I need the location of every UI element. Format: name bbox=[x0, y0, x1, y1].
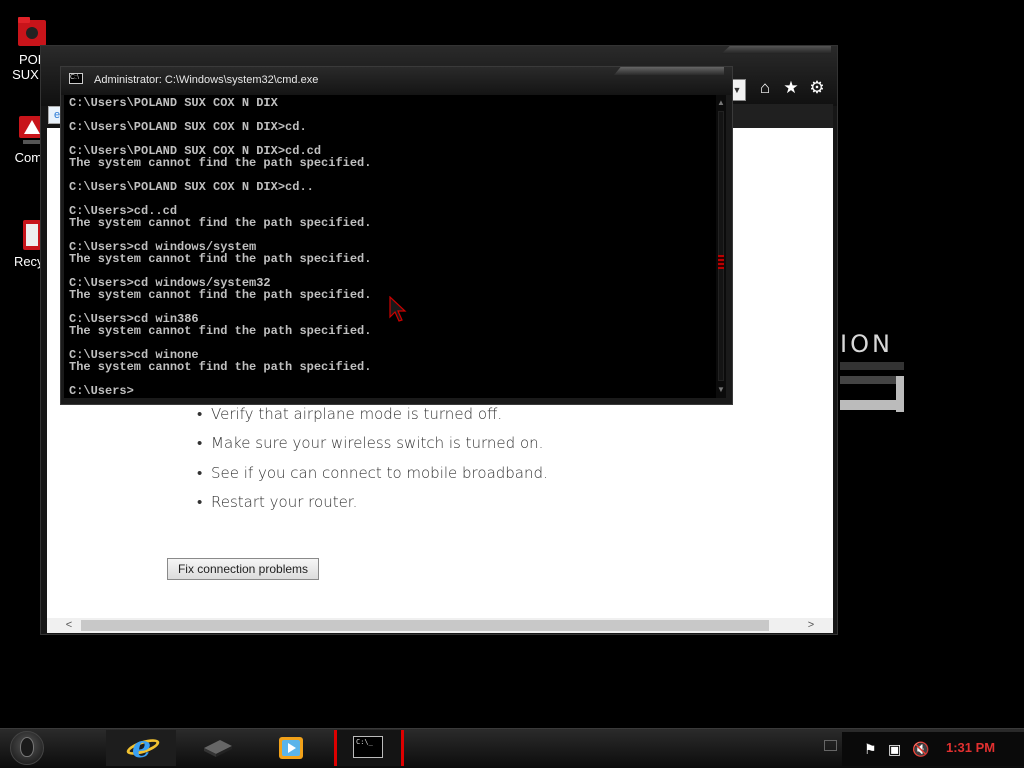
network-icon[interactable]: ▣ bbox=[888, 740, 901, 758]
taskbar-command-prompt[interactable]: C:\_ bbox=[334, 730, 404, 766]
system-tray: ⚑ ▣ 🔇 bbox=[842, 732, 1024, 766]
star-icon[interactable]: ★ bbox=[782, 78, 800, 98]
scroll-down-arrow[interactable]: ▼ bbox=[716, 384, 726, 396]
scroll-right-arrow[interactable]: > bbox=[803, 618, 819, 633]
cmd-window-title: Administrator: C:\Windows\system32\cmd.e… bbox=[94, 74, 319, 86]
browser-tab-strip bbox=[732, 104, 833, 128]
horizontal-scrollbar[interactable]: < > bbox=[47, 618, 833, 633]
cmd-icon: C:\ bbox=[69, 73, 83, 84]
taskbar-device-app[interactable] bbox=[182, 730, 252, 766]
taskbar-media-player[interactable] bbox=[256, 730, 326, 766]
list-item: • See if you can connect to mobile broadb… bbox=[197, 463, 548, 482]
scroll-up-arrow[interactable]: ▲ bbox=[716, 97, 726, 109]
list-item: • Make sure your wireless switch is turne… bbox=[197, 434, 544, 453]
command-prompt-icon: C:\_ bbox=[353, 736, 383, 758]
cmd-window[interactable]: C:\ Administrator: C:\Windows\system32\c… bbox=[60, 66, 733, 405]
start-button[interactable] bbox=[10, 731, 44, 765]
cmd-output: C:\Users\POLAND SUX COX N DIX C:\Users\P… bbox=[69, 96, 372, 398]
scrollbar-thumb[interactable] bbox=[81, 620, 769, 631]
scrollbar-track[interactable] bbox=[718, 111, 724, 381]
action-center-flag-icon[interactable]: ⚑ bbox=[864, 740, 877, 758]
home-icon[interactable]: ⌂ bbox=[756, 78, 774, 98]
cmd-vertical-scrollbar[interactable]: ▲ ▼ bbox=[716, 95, 726, 398]
taskbar-clock[interactable]: 1:31 PM bbox=[946, 740, 995, 755]
scroll-left-arrow[interactable]: < bbox=[61, 618, 77, 633]
window-controls[interactable] bbox=[721, 46, 831, 54]
alien-logo-icon bbox=[20, 737, 34, 757]
wallpaper-logo-text: ION bbox=[840, 330, 893, 358]
cmd-title-bar[interactable]: C:\ Administrator: C:\Windows\system32\c… bbox=[61, 67, 732, 95]
window-controls[interactable] bbox=[614, 67, 724, 75]
wallpaper-logo-graphic bbox=[840, 362, 904, 412]
cmd-console[interactable]: C:\Users\POLAND SUX COX N DIX C:\Users\P… bbox=[64, 95, 716, 398]
browser-toolbar: ⌂ ★ ⚙ bbox=[756, 78, 826, 98]
internet-explorer-icon: e bbox=[132, 730, 152, 765]
taskbar-internet-explorer[interactable]: e bbox=[106, 730, 176, 766]
troubleshoot-tips-list: • Verify that airplane mode is turned off… bbox=[197, 400, 548, 517]
media-player-icon bbox=[279, 737, 303, 759]
device-icon bbox=[204, 740, 232, 757]
list-item: • Restart your router. bbox=[197, 492, 358, 511]
show-desktop-icon[interactable] bbox=[824, 740, 837, 751]
mouse-pointer-icon bbox=[389, 296, 407, 322]
gear-icon[interactable]: ⚙ bbox=[808, 78, 826, 98]
fix-connection-problems-button[interactable]: Fix connection problems bbox=[167, 558, 319, 580]
volume-muted-icon[interactable]: 🔇 bbox=[912, 740, 929, 758]
scrollbar-thumb[interactable] bbox=[718, 255, 724, 269]
